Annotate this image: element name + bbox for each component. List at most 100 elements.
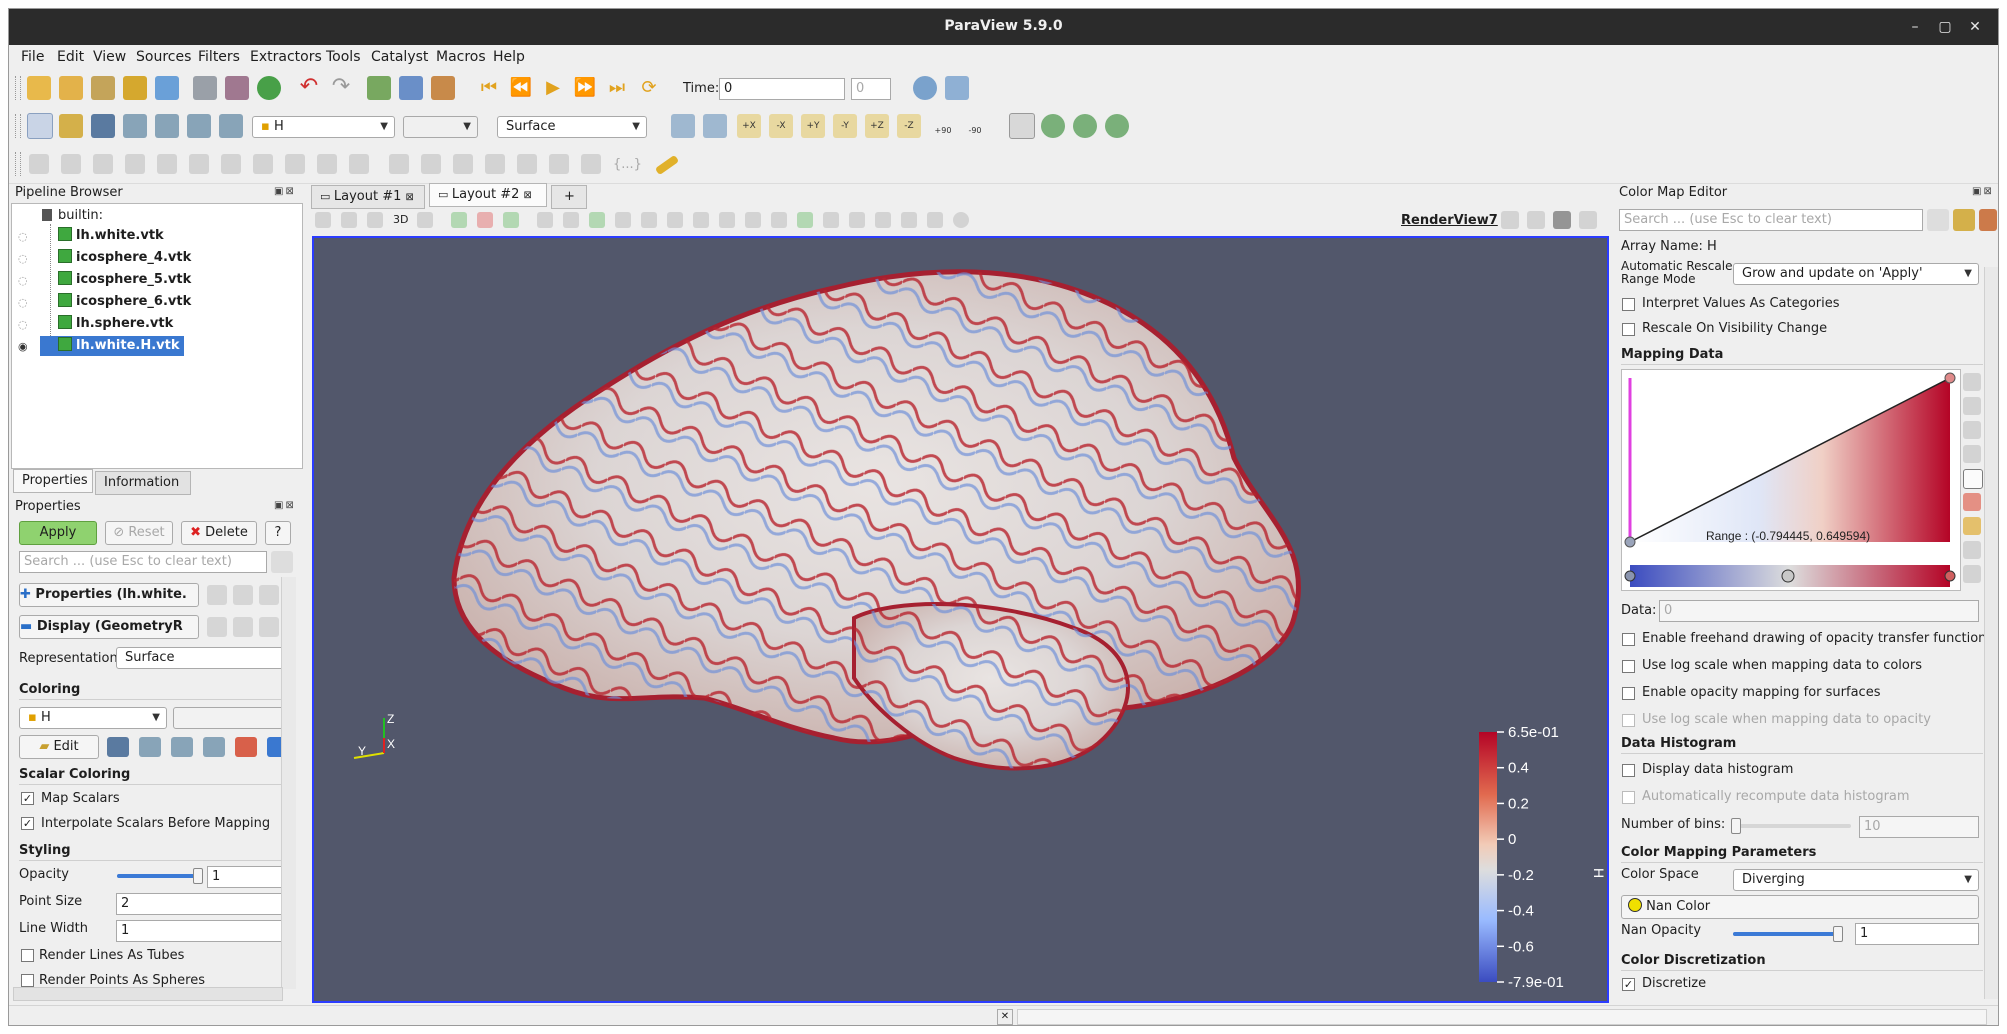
close-icon[interactable]: ✕ [1964,17,1986,37]
view-minus-x-icon[interactable]: -X [769,114,793,138]
menu-sources[interactable]: Sources [136,49,191,65]
discretize-checkbox[interactable]: ✓ [1622,978,1635,991]
previous-frame-icon[interactable]: ⏪ [509,76,533,100]
reset-camera-icon[interactable] [315,212,331,228]
split-horizontal-icon[interactable] [1501,211,1519,229]
hover-cells-icon[interactable] [641,212,657,228]
reset-camera-icon[interactable] [671,114,695,138]
nan-opacity-input[interactable]: 1 [1855,923,1979,945]
edit-legend-icon[interactable] [1963,541,1981,559]
invert-colormap-icon[interactable] [1963,469,1983,489]
opacity-transfer-canvas[interactable]: Range : (-0.794445, 0.649594) [1622,370,1960,590]
rescale-visible-range-icon[interactable] [219,114,243,138]
warp-vector-icon[interactable] [285,154,305,174]
edit-label-icon[interactable] [823,212,839,228]
play-icon[interactable]: ▶ [541,76,565,100]
reset-camera-closest-icon[interactable] [703,114,727,138]
opacity-slider-track[interactable] [117,868,203,884]
histogram-icon[interactable] [453,154,473,174]
label-points-icon[interactable] [797,212,813,228]
rescale-data-range-icon[interactable] [123,114,147,138]
help-button[interactable]: ? [265,521,291,545]
toolbar-grip[interactable] [15,76,21,100]
opacity-surfaces-checkbox[interactable] [1622,687,1635,700]
menu-catalyst[interactable]: Catalyst [371,49,428,65]
restore-icon[interactable] [259,617,279,637]
colormap-search-input[interactable]: Search ... (use Esc to clear text) [1619,209,1923,231]
add-layout-tab[interactable]: + [551,185,587,209]
rescale-data-range-icon[interactable] [1963,373,1981,391]
tab-layout-1[interactable]: ▭ Layout #1 ⊠ [311,185,425,209]
view-plus-z-icon[interactable]: +Z [865,114,889,138]
open-recent-icon[interactable] [59,76,83,100]
grow-icon[interactable] [901,212,917,228]
pipeline-item[interactable]: icosphere_4.vtk [58,248,191,268]
settings-icon[interactable] [431,76,455,100]
properties-scrollbar[interactable] [281,577,296,989]
close-view-icon[interactable] [1579,211,1597,229]
gear-icon[interactable] [1927,209,1949,231]
tab-properties[interactable]: Properties [13,469,93,493]
delete-button[interactable]: ✖ Delete [181,521,257,545]
color-node-high[interactable] [1944,570,1956,582]
rescale-custom-range-icon[interactable] [155,114,179,138]
coloring-array-select[interactable]: ▪ H ▼ [19,707,167,729]
opacity-input[interactable]: 1 [207,866,287,888]
restore-icon[interactable] [259,585,279,605]
query-icon[interactable] [849,212,865,228]
reset-button[interactable]: ⊘ Reset [105,521,173,545]
visibility-eye-icon[interactable]: ◌ [18,230,28,243]
load-state-icon[interactable] [225,76,249,100]
paste-icon[interactable] [233,585,253,605]
properties-group-toggle[interactable]: ✚ Properties (lh.white. [19,583,199,607]
pipeline-item-selected[interactable]: lh.white.H.vtk [40,336,184,356]
pipeline-item[interactable]: icosphere_5.vtk [58,270,191,290]
extract-level-icon[interactable] [349,154,369,174]
colormap-dock-buttons[interactable]: ▣⊠ [1972,186,1994,197]
time-step-spinbox[interactable]: 0 [851,78,891,100]
properties-search-input[interactable]: Search ... (use Esc to clear text) [19,551,267,573]
apply-button[interactable]: Apply [19,521,97,545]
bins-slider[interactable] [1731,818,1851,834]
colormap-scrollbar[interactable] [1984,267,1998,999]
line-width-input[interactable]: 1 [116,920,287,942]
rescale-custom-range-icon[interactable] [1963,397,1981,415]
pick-center-icon[interactable] [1073,114,1097,138]
stream-tracer-icon[interactable] [253,154,273,174]
integrate-variables-icon[interactable] [517,154,537,174]
clip-icon[interactable] [93,154,113,174]
edit-colormap-icon[interactable] [59,114,83,138]
display-group-toggle[interactable]: ▬ Display (GeometryR [19,615,199,639]
pipeline-item[interactable]: icosphere_6.vtk [58,292,191,312]
pipeline-item[interactable]: lh.white.vtk [58,226,164,246]
select-cells-icon[interactable] [451,212,467,228]
bins-input[interactable]: 10 [1859,816,1979,838]
toggle-3d-button[interactable]: 3D [393,213,408,226]
menu-filters[interactable]: Filters [198,49,240,65]
center-axes-icon[interactable] [1041,114,1065,138]
array-select[interactable]: ▪ H ▼ [252,116,395,138]
close-tab-icon[interactable]: ⊠ [524,190,532,201]
view-minus-z-icon[interactable]: -Z [897,114,921,138]
color-node-mid[interactable] [1781,569,1795,583]
opacity-slider-handle[interactable] [193,868,203,884]
representation-select[interactable]: Surface ▼ [497,116,647,138]
display-histogram-checkbox[interactable] [1622,764,1635,777]
menu-view[interactable]: View [93,49,126,65]
representation-field[interactable]: Surface [116,647,286,669]
visibility-eye-icon[interactable]: ◌ [18,318,28,331]
ruler-icon[interactable] [654,154,680,176]
first-frame-icon[interactable]: ⏮ [477,76,501,100]
auto-recompute-checkbox[interactable] [1622,791,1635,804]
open-icon[interactable] [27,76,51,100]
slice-icon[interactable] [125,154,145,174]
render-view[interactable]: Z X Y 6.5e-01 0.4 0.2 0 -0.2 -0.4 -0.6 -7.9e-01… [312,236,1609,1003]
probe-icon[interactable] [485,154,505,174]
rescale-visibility-checkbox[interactable] [1622,323,1635,336]
transfer-function-editor[interactable]: Range : (-0.794445, 0.649594) [1621,369,1961,591]
screenshot-icon[interactable] [399,76,423,100]
ruler-line-icon[interactable] [771,212,787,228]
bins-slider-handle[interactable] [1731,818,1741,834]
camera-link-icon[interactable] [417,212,433,228]
visibility-eye-icon[interactable]: ◌ [18,252,28,265]
